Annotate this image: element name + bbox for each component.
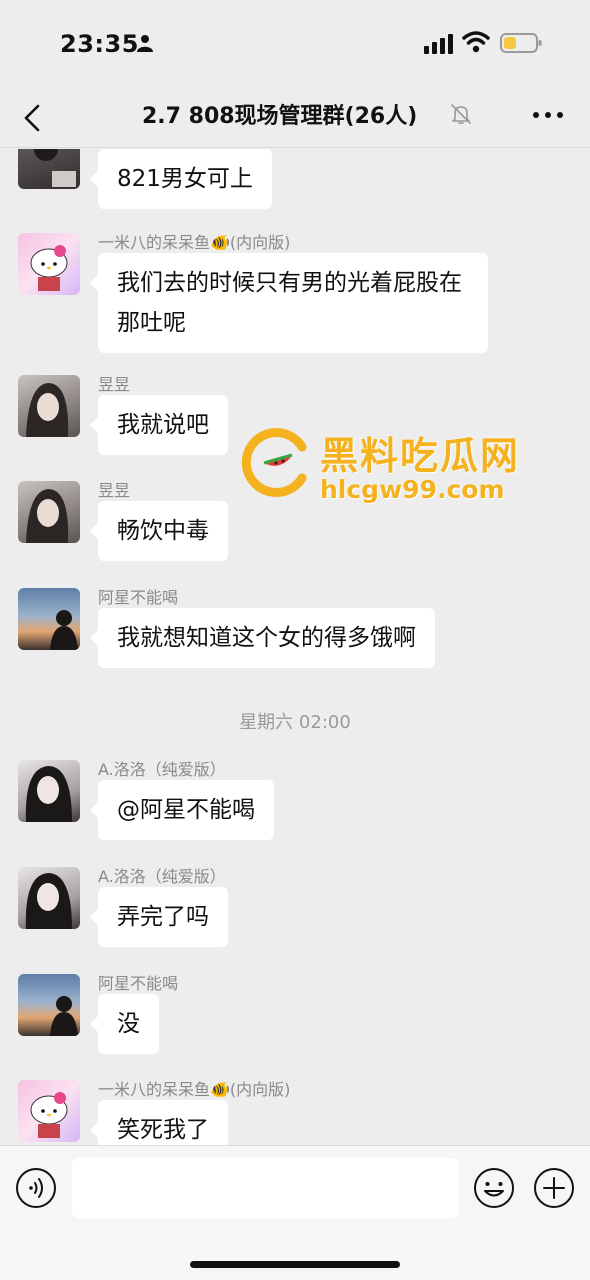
chat-header: 2.7 808现场管理群(26人)	[0, 88, 590, 148]
wifi-icon	[462, 31, 490, 53]
watermark: 黑料吃瓜网 hlcgw99.com	[240, 425, 530, 510]
sender-name: 一米八的呆呆鱼🐠(内向版)	[98, 233, 291, 252]
message-bubble[interactable]: 笑死我了	[90, 1100, 228, 1145]
message-bubble[interactable]: 弄完了吗	[90, 887, 228, 947]
avatar[interactable]	[18, 481, 80, 543]
avatar[interactable]	[18, 233, 80, 295]
more-icon[interactable]	[528, 100, 568, 130]
emoji-icon[interactable]	[472, 1166, 516, 1210]
message-bubble[interactable]: 没	[90, 994, 159, 1054]
message-bubble[interactable]: 畅饮中毒	[90, 501, 228, 561]
status-time: 23:35	[60, 30, 139, 58]
input-bar	[0, 1145, 590, 1280]
sender-name: 阿星不能喝	[98, 588, 179, 607]
sender-name: A.洛洛（纯爱版）	[98, 867, 226, 886]
avatar[interactable]	[18, 149, 80, 189]
watermark-title: 黑料吃瓜网	[320, 434, 521, 478]
voice-icon[interactable]	[14, 1166, 58, 1210]
message-bubble[interactable]: 我就想知道这个女的得多饿啊	[90, 608, 435, 668]
person-icon	[137, 35, 153, 52]
message-bubble[interactable]: 821男女可上	[90, 149, 272, 209]
plus-icon[interactable]	[532, 1166, 576, 1210]
sender-name: 昱昱	[98, 375, 131, 394]
status-bar: 23:35	[0, 0, 590, 88]
message-bubble[interactable]: 我就说吧	[90, 395, 228, 455]
watermelon-logo-icon	[241, 428, 307, 497]
message-list[interactable]: 821男女可上 一米八的呆呆鱼🐠(内向版) 我们去的时候只有男的光着屁股在那吐呢…	[0, 149, 590, 1145]
sender-name: 一米八的呆呆鱼🐠(内向版)	[98, 1080, 291, 1099]
avatar[interactable]	[18, 1080, 80, 1142]
avatar[interactable]	[18, 375, 80, 437]
sender-name: 阿星不能喝	[98, 974, 179, 993]
bell-off-icon	[451, 104, 471, 124]
watermark-url: hlcgw99.com	[320, 475, 505, 504]
battery-icon	[500, 33, 542, 53]
message-input[interactable]	[72, 1158, 458, 1218]
avatar[interactable]	[18, 760, 80, 822]
message-bubble[interactable]: 我们去的时候只有男的光着屁股在那吐呢	[90, 253, 488, 353]
chat-title[interactable]: 2.7 808现场管理群(26人)	[142, 98, 417, 130]
sender-name: A.洛洛（纯爱版）	[98, 760, 226, 779]
avatar[interactable]	[18, 974, 80, 1036]
home-indicator	[190, 1261, 400, 1268]
chevron-left-icon[interactable]	[14, 96, 54, 140]
time-divider: 星期六 02:00	[239, 712, 351, 733]
avatar[interactable]	[18, 588, 80, 650]
sender-name: 昱昱	[98, 481, 131, 500]
signal-icon	[424, 34, 453, 54]
message-bubble[interactable]: @阿星不能喝	[90, 780, 274, 840]
avatar[interactable]	[18, 867, 80, 929]
